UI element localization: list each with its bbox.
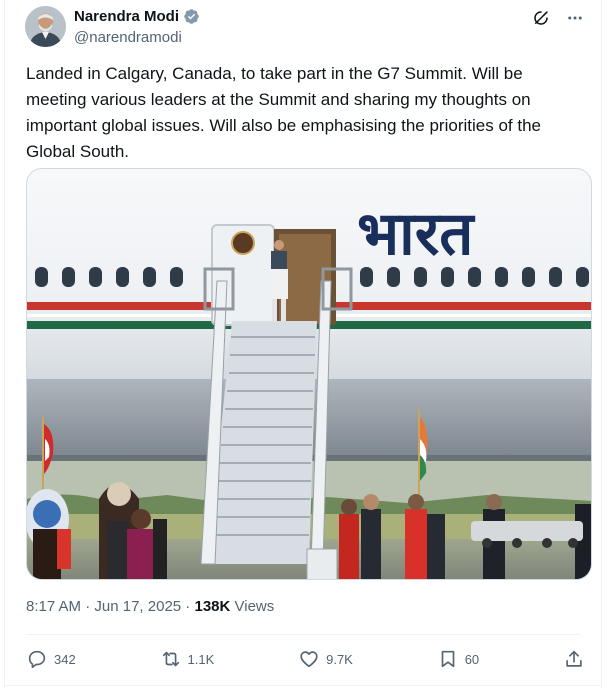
bookmark-icon bbox=[441, 650, 455, 668]
tweet-photo[interactable]: भारत bbox=[26, 168, 592, 580]
bookmark-count: 60 bbox=[464, 651, 480, 667]
meta-separator: · bbox=[81, 598, 95, 615]
avatar[interactable] bbox=[25, 6, 66, 47]
bookmark-button[interactable]: 60 bbox=[437, 648, 479, 670]
like-button[interactable]: 9.7K bbox=[298, 648, 353, 670]
reply-icon bbox=[28, 650, 46, 669]
more-icon[interactable] bbox=[565, 8, 585, 28]
repost-count: 1.1K bbox=[187, 651, 215, 667]
share-button[interactable] bbox=[563, 648, 585, 670]
grok-icon[interactable] bbox=[531, 8, 551, 28]
like-icon bbox=[300, 651, 318, 668]
share-icon bbox=[566, 650, 582, 667]
reply-count: 342 bbox=[54, 651, 76, 667]
like-count: 9.7K bbox=[326, 651, 353, 667]
tweet-text: Landed in Calgary, Canada, to take part … bbox=[26, 64, 541, 161]
tweet-card: Narendra Modi @narendramodi Landed in Ca… bbox=[4, 0, 602, 688]
repost-button[interactable]: 1.1K bbox=[160, 648, 215, 670]
tweet-header-actions bbox=[531, 8, 585, 28]
meta-separator: · bbox=[181, 598, 195, 615]
divider bbox=[26, 634, 580, 635]
author-name[interactable]: Narendra Modi bbox=[74, 8, 179, 25]
views-label: Views bbox=[230, 598, 275, 615]
author-handle[interactable]: @narendramodi bbox=[74, 29, 182, 46]
aircraft-lettering: भारत bbox=[357, 199, 475, 269]
repost-icon bbox=[162, 651, 179, 667]
verified-badge-icon[interactable] bbox=[183, 8, 200, 25]
bottom-divider bbox=[5, 685, 601, 686]
tweet-meta: 8:17 AM · Jun 17, 2025 · 138K Views bbox=[26, 598, 274, 615]
tweet-time[interactable]: 8:17 AM bbox=[26, 598, 81, 615]
tweet-date[interactable]: Jun 17, 2025 bbox=[94, 598, 181, 615]
author-name-row: Narendra Modi bbox=[74, 8, 200, 25]
views-count[interactable]: 138K bbox=[194, 598, 230, 615]
action-bar: 342 1.1K 9.7K 60 bbox=[26, 645, 585, 673]
reply-button[interactable]: 342 bbox=[26, 648, 76, 670]
